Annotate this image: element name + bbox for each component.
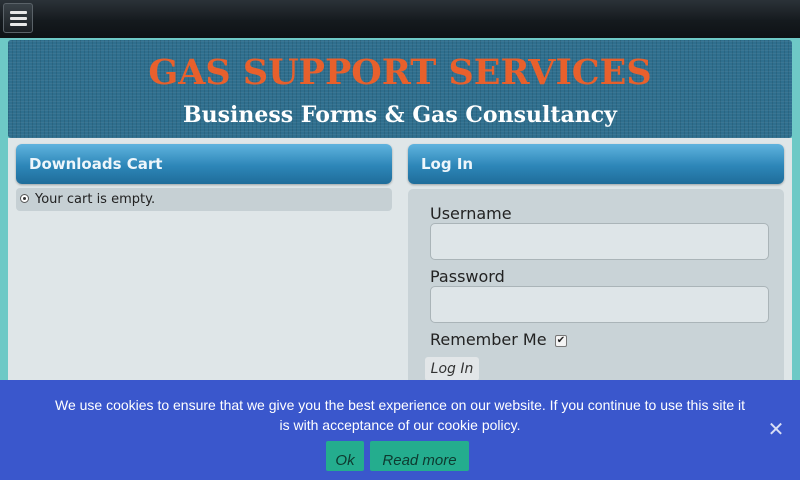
password-input[interactable] — [430, 286, 769, 323]
cart-empty-text: Your cart is empty. — [35, 192, 156, 207]
password-label: Password — [430, 267, 505, 286]
downloads-cart-heading-text: Downloads Cart — [29, 155, 163, 173]
hamburger-menu-icon[interactable] — [3, 3, 33, 33]
remember-me-checkbox[interactable]: ✔ — [555, 335, 567, 347]
username-input[interactable] — [430, 223, 769, 260]
login-button[interactable]: Log In — [425, 357, 479, 381]
bullet-icon — [20, 194, 29, 203]
cart-empty-notice: Your cart is empty. — [16, 188, 392, 211]
cookie-ok-button[interactable]: Ok — [326, 441, 364, 471]
login-heading-text: Log In — [421, 155, 474, 173]
top-nav-bar — [0, 0, 800, 38]
remember-me-label: Remember Me — [430, 330, 547, 349]
close-icon[interactable]: ✕ — [767, 419, 785, 439]
cookie-message: We use cookies to ensure that we give yo… — [54, 397, 746, 433]
login-heading: Log In — [408, 144, 784, 184]
site-subtitle: Business Forms & Gas Consultancy — [183, 102, 617, 128]
cookie-consent-banner: We use cookies to ensure that we give yo… — [0, 380, 800, 480]
site-title[interactable]: GAS SUPPORT SERVICES — [8, 52, 792, 93]
username-label: Username — [430, 204, 512, 223]
site-header-banner: GAS SUPPORT SERVICES Business Forms & Ga… — [8, 40, 792, 138]
cookie-read-more-button[interactable]: Read more — [370, 441, 469, 471]
downloads-cart-heading: Downloads Cart — [16, 144, 392, 184]
